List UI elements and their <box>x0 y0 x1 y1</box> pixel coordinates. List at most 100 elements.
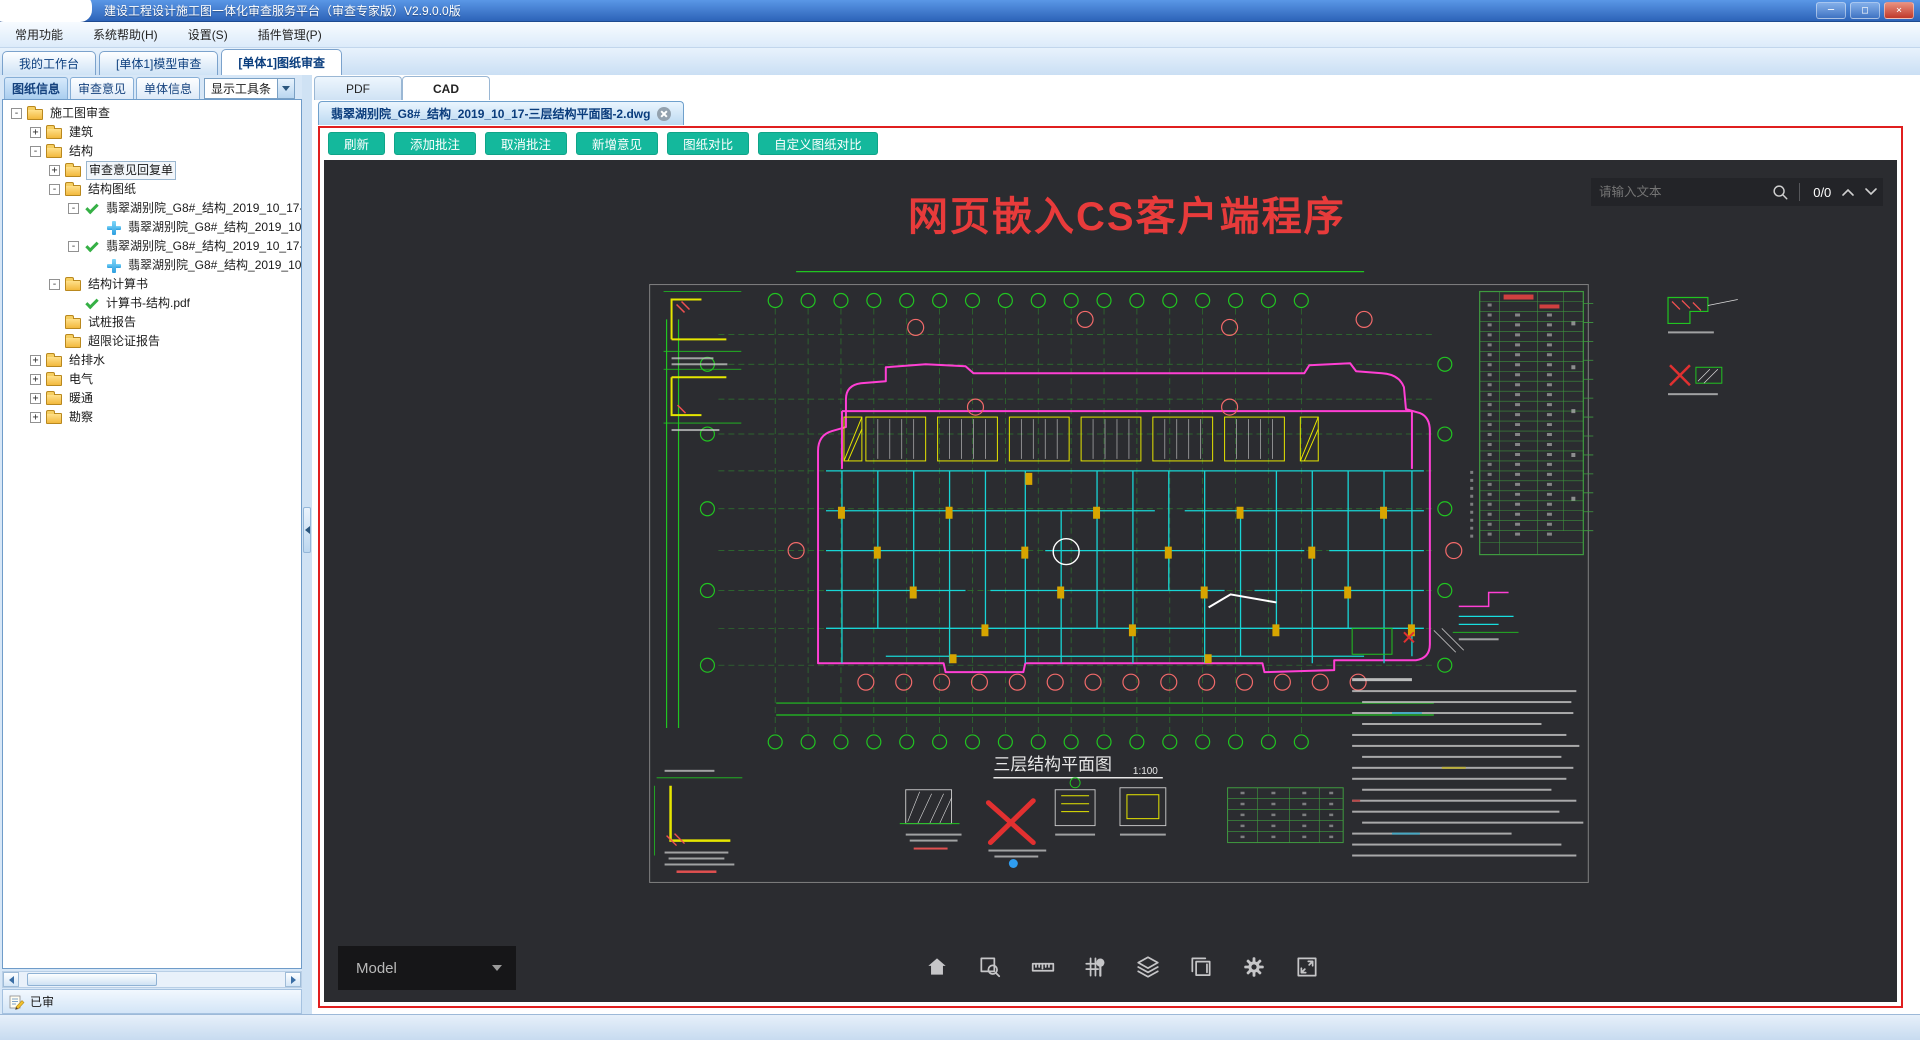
tree-item-label: 结构 <box>69 144 94 158</box>
check-icon <box>84 202 99 216</box>
settings-icon[interactable] <box>1239 952 1269 982</box>
drawing-compare-button[interactable]: 图纸对比 <box>667 132 750 155</box>
expand-toggle-icon[interactable] <box>68 203 79 214</box>
tab-review-opinion[interactable]: 审查意见 <box>70 77 135 99</box>
tree-item-label: 建筑 <box>69 125 94 139</box>
search-prev-button[interactable] <box>1836 178 1859 206</box>
fullscreen-icon[interactable] <box>1292 952 1322 982</box>
tree-item[interactable]: 计算书-结构.pdf <box>3 294 301 313</box>
folder-icon <box>46 125 62 139</box>
cad-viewer-canvas[interactable]: 三层结构平面图 1:100 网页嵌入CS客户端程序 请输入文本 0/0 Mode… <box>324 160 1897 1002</box>
tab-model-review[interactable]: [单体1]模型审查 <box>99 51 219 75</box>
custom-compare-button[interactable]: 自定义图纸对比 <box>758 132 878 155</box>
tree-item[interactable]: 施工图审查 <box>3 104 301 123</box>
close-button[interactable]: × <box>1884 2 1914 19</box>
folder-icon <box>65 182 81 196</box>
chevron-down-icon <box>492 965 502 971</box>
tree-item[interactable]: 翡翠湖别院_G8#_结构_2019_10_1 <box>3 256 301 275</box>
search-next-button[interactable] <box>1860 178 1883 206</box>
tab-pdf[interactable]: PDF <box>314 76 402 100</box>
measure-icon[interactable] <box>1028 952 1058 982</box>
expand-toggle-icon[interactable] <box>49 165 60 176</box>
expand-toggle-icon[interactable] <box>30 355 41 366</box>
drawing-scale: 1:100 <box>1133 766 1158 777</box>
file-tab[interactable]: 翡翠湖别院_G8#_结构_2019_10_17-三层结构平面图-2.dwg <box>318 101 685 125</box>
cancel-annotation-button[interactable]: 取消批注 <box>485 132 568 155</box>
expand-toggle-icon[interactable] <box>30 146 41 157</box>
expand-toggle-icon[interactable] <box>30 412 41 423</box>
expand-toggle-icon[interactable] <box>49 279 60 290</box>
menu-settings[interactable]: 设置(S) <box>173 22 243 48</box>
maximize-button[interactable]: □ <box>1850 2 1880 19</box>
home-icon[interactable] <box>922 952 952 982</box>
tree-item[interactable]: 暖通 <box>3 389 301 408</box>
expand-toggle-icon[interactable] <box>30 374 41 385</box>
tree-item[interactable]: 翡翠湖别院_G8#_结构_2019_10_1 <box>3 218 301 237</box>
tree-item[interactable]: 给排水 <box>3 351 301 370</box>
tree-item[interactable]: 勘察 <box>3 408 301 427</box>
expand-toggle-icon[interactable] <box>11 108 22 119</box>
tab-drawing-info[interactable]: 图纸信息 <box>4 77 69 99</box>
tree-item[interactable]: 结构 <box>3 142 301 161</box>
panel-splitter[interactable] <box>302 75 312 1014</box>
scroll-right-arrow[interactable] <box>285 972 301 987</box>
tree-item-label: 电气 <box>69 372 94 386</box>
tree-item-selected[interactable]: 审查意见回复单 <box>3 161 301 180</box>
tree-item-label: 翡翠湖别院_G8#_结构_2019_10_1 <box>128 220 302 234</box>
tab-drawing-review[interactable]: [单体1]图纸审查 <box>221 49 343 75</box>
tab-unit-info[interactable]: 单体信息 <box>136 77 201 99</box>
overlay-banner-text: 网页嵌入CS客户端程序 <box>908 195 1346 239</box>
plus-icon <box>107 220 121 235</box>
tree-item[interactable]: 翡翠湖别院_G8#_结构_2019_10_17-三 <box>3 199 301 218</box>
status-text: 已审 <box>30 995 55 1009</box>
viewports-icon[interactable] <box>1186 952 1216 982</box>
folder-icon <box>46 144 62 158</box>
tree-item[interactable]: 翡翠湖别院_G8#_结构_2019_10_17- <box>3 237 301 256</box>
coordinate-pin-icon[interactable] <box>1081 952 1111 982</box>
new-opinion-button[interactable]: 新增意见 <box>576 132 659 155</box>
window-bottom-edge <box>0 1014 1920 1040</box>
search-button[interactable] <box>1768 178 1791 206</box>
menu-plugin-manager[interactable]: 插件管理(P) <box>243 22 337 48</box>
menu-common-functions[interactable]: 常用功能 <box>0 22 78 48</box>
scrollbar-thumb[interactable] <box>27 973 157 986</box>
expand-toggle-icon[interactable] <box>49 184 60 195</box>
model-space-selector[interactable]: Model <box>338 946 516 990</box>
tree-item[interactable]: 建筑 <box>3 123 301 142</box>
check-icon <box>84 297 99 311</box>
divider <box>1799 183 1801 201</box>
expand-toggle-icon[interactable] <box>30 393 41 404</box>
layers-icon[interactable] <box>1133 952 1163 982</box>
search-input[interactable] <box>1591 178 1768 206</box>
tree-item[interactable]: 结构图纸 <box>3 180 301 199</box>
window-title: 建设工程设计施工图一体化审查服务平台（审查专家版）V2.9.0.0版 <box>104 4 461 18</box>
toolbar-dropdown[interactable]: 显示工具条 <box>204 78 296 99</box>
zoom-window-icon[interactable] <box>975 952 1005 982</box>
dropdown-arrow-button[interactable] <box>277 79 295 98</box>
folder-icon <box>65 163 81 177</box>
menu-system-help[interactable]: 系统帮助(H) <box>78 22 173 48</box>
tree-item[interactable]: 试桩报告 <box>3 313 301 332</box>
close-icon[interactable] <box>657 106 672 121</box>
tree-item-label: 施工图审查 <box>50 106 111 120</box>
scroll-left-arrow[interactable] <box>3 972 19 987</box>
magnifier-icon <box>1773 185 1788 200</box>
tab-my-workbench[interactable]: 我的工作台 <box>2 51 97 75</box>
minimize-button[interactable]: ─ <box>1816 2 1846 19</box>
sidebar-panel: 图纸信息 审查意见 单体信息 显示工具条 施工图审查 建筑 结构 审查意见回复单… <box>2 75 302 1014</box>
search-result-counter: 0/0 <box>1813 184 1832 200</box>
tree-item[interactable]: 电气 <box>3 370 301 389</box>
expand-toggle-icon[interactable] <box>68 241 79 252</box>
embedded-client-region: 刷新 添加批注 取消批注 新增意见 图纸对比 自定义图纸对比 三层结构平面图 1… <box>318 126 1903 1008</box>
tree-item[interactable]: 结构计算书 <box>3 275 301 294</box>
expand-toggle-icon[interactable] <box>30 127 41 138</box>
horizontal-scrollbar[interactable] <box>2 971 302 988</box>
arrow-left-icon <box>8 975 14 984</box>
add-annotation-button[interactable]: 添加批注 <box>394 132 477 155</box>
refresh-button[interactable]: 刷新 <box>328 132 386 155</box>
title-bar: 建设工程设计施工图一体化审查服务平台（审查专家版）V2.9.0.0版 ─ □ × <box>0 0 1920 22</box>
tree-item[interactable]: 超限论证报告 <box>3 332 301 351</box>
folder-icon <box>65 334 81 348</box>
collapse-panel-button[interactable] <box>303 507 311 553</box>
tab-cad[interactable]: CAD <box>402 76 490 100</box>
